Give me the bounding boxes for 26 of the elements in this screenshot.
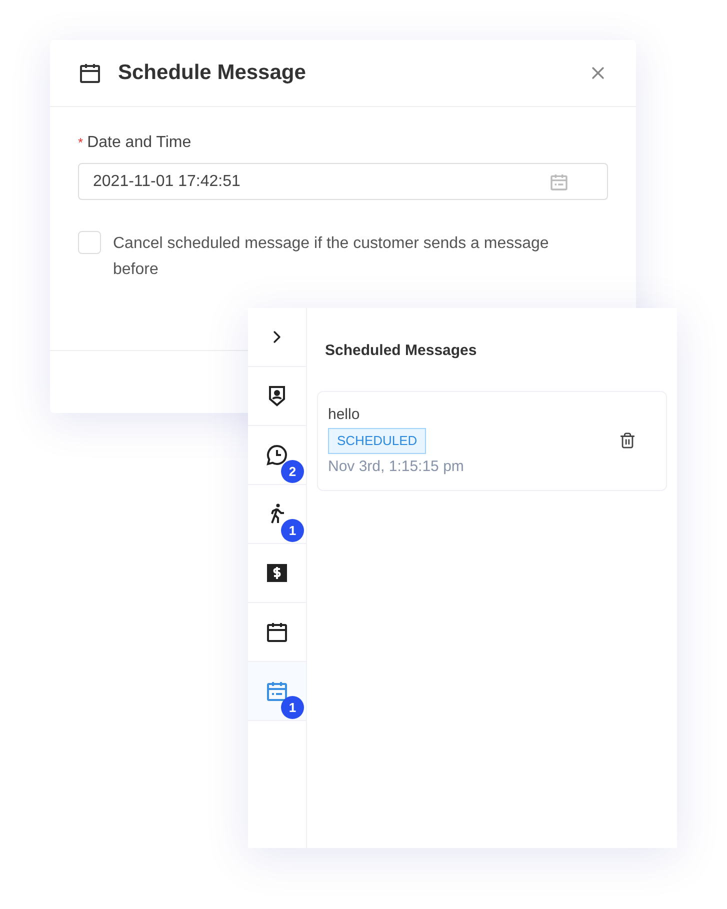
required-mark: * <box>78 134 84 152</box>
message-time: Nov 3rd, 1:15:15 pm <box>328 456 464 476</box>
sidebar-item[interactable] <box>248 544 306 603</box>
calendar-icon <box>78 61 102 85</box>
sidebar-item[interactable]: 2 <box>248 426 306 485</box>
checkbox[interactable] <box>78 231 101 254</box>
panel-title: Scheduled Messages <box>325 341 478 361</box>
count-badge: 1 <box>281 519 304 542</box>
sidebar-item[interactable]: 1 <box>248 485 306 544</box>
count-badge: 2 <box>281 460 304 483</box>
status-tag: SCHEDULED <box>328 428 426 454</box>
delete-button[interactable] <box>619 432 636 450</box>
sidebar-item[interactable] <box>248 603 306 662</box>
message-text: hello <box>328 404 360 424</box>
sidebar-item[interactable]: 1 <box>248 662 306 721</box>
calendar-icon <box>549 172 569 192</box>
sidebar-item[interactable] <box>248 367 306 426</box>
dollar-icon <box>265 561 289 585</box>
chat-clock-icon <box>265 443 289 467</box>
count-badge: 1 <box>281 696 304 719</box>
calendar-icon <box>265 620 289 644</box>
checkbox-label: Cancel scheduled message if the customer sends a message before <box>113 234 550 280</box>
date-time-field[interactable]: 2021-11-01 17:42:51 <box>78 163 608 200</box>
dialog-title: Schedule Message <box>118 60 306 86</box>
calendar-list-icon <box>265 679 289 703</box>
field-label: Date and Time <box>87 133 192 153</box>
